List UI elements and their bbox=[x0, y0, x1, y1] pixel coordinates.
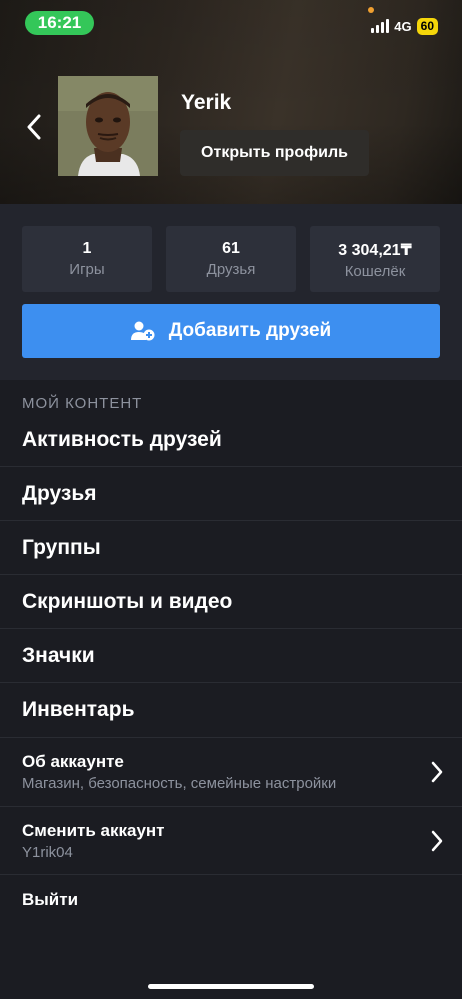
menu-item-label: Инвентарь bbox=[22, 698, 135, 721]
menu-item-inventory[interactable]: Инвентарь bbox=[0, 683, 462, 737]
account-settings-title: Об аккаунте bbox=[22, 752, 124, 771]
add-friends-label: Добавить друзей bbox=[168, 320, 332, 341]
stat-games-label: Игры bbox=[69, 261, 105, 278]
menu-item-badges[interactable]: Значки bbox=[0, 629, 462, 683]
avatar[interactable] bbox=[58, 76, 158, 176]
status-time: 16:21 bbox=[25, 11, 94, 35]
stat-wallet-label: Кошелёк bbox=[344, 263, 406, 280]
camera-indicator-icon bbox=[368, 7, 374, 13]
menu-item-friends-activity[interactable]: Активность друзей bbox=[0, 413, 462, 467]
menu-item-groups[interactable]: Группы bbox=[0, 521, 462, 575]
menu-item-screenshots-videos[interactable]: Скриншоты и видео bbox=[0, 575, 462, 629]
menu-item-label: Значки bbox=[22, 643, 95, 667]
chevron-right-icon bbox=[431, 761, 443, 783]
chevron-right-icon bbox=[431, 830, 443, 852]
menu-item-label: Активность друзей bbox=[22, 427, 222, 451]
status-icons: 4G 60 bbox=[371, 16, 438, 36]
stats-section: 1 Игры 61 Друзья 3 304,21₸ Кошелёк Добав… bbox=[0, 204, 462, 380]
network-type: 4G bbox=[394, 18, 412, 34]
switch-account-subtitle: Y1rik04 bbox=[22, 844, 73, 861]
open-profile-button[interactable]: Открыть профиль bbox=[180, 130, 369, 176]
stat-friends-value: 61 bbox=[222, 240, 240, 257]
chevron-left-icon bbox=[27, 114, 41, 140]
menu-item-label: Друзья bbox=[22, 481, 97, 505]
signal-icon bbox=[371, 19, 390, 33]
profile-name: Yerik bbox=[181, 91, 232, 114]
stat-games-value: 1 bbox=[82, 240, 92, 257]
switch-account-title: Сменить аккаунт bbox=[22, 821, 165, 840]
menu-item-friends[interactable]: Друзья bbox=[0, 467, 462, 521]
back-button[interactable] bbox=[22, 112, 46, 142]
stat-friends-label: Друзья bbox=[206, 261, 256, 278]
stat-games[interactable]: 1 Игры bbox=[22, 226, 152, 292]
account-settings-subtitle: Магазин, безопасность, семейные настройк… bbox=[22, 775, 337, 792]
menu-item-label: Группы bbox=[22, 535, 101, 559]
logout-button[interactable]: Выйти bbox=[22, 890, 78, 910]
battery-level: 60 bbox=[416, 17, 438, 35]
switch-account-row[interactable]: Сменить аккаунт Y1rik04 bbox=[0, 806, 462, 875]
stat-wallet-value: 3 304,21₸ bbox=[338, 242, 412, 259]
stat-wallet[interactable]: 3 304,21₸ Кошелёк bbox=[310, 226, 440, 292]
home-indicator[interactable] bbox=[148, 984, 314, 989]
stat-friends[interactable]: 61 Друзья bbox=[166, 226, 296, 292]
avatar-image bbox=[58, 76, 158, 176]
section-title-my-content: МОЙ КОНТЕНТ bbox=[22, 395, 143, 412]
account-settings-row[interactable]: Об аккаунте Магазин, безопасность, семей… bbox=[0, 737, 462, 806]
menu-item-label: Скриншоты и видео bbox=[22, 589, 233, 613]
add-user-icon bbox=[130, 321, 155, 341]
add-friends-button[interactable]: Добавить друзей bbox=[22, 304, 440, 358]
